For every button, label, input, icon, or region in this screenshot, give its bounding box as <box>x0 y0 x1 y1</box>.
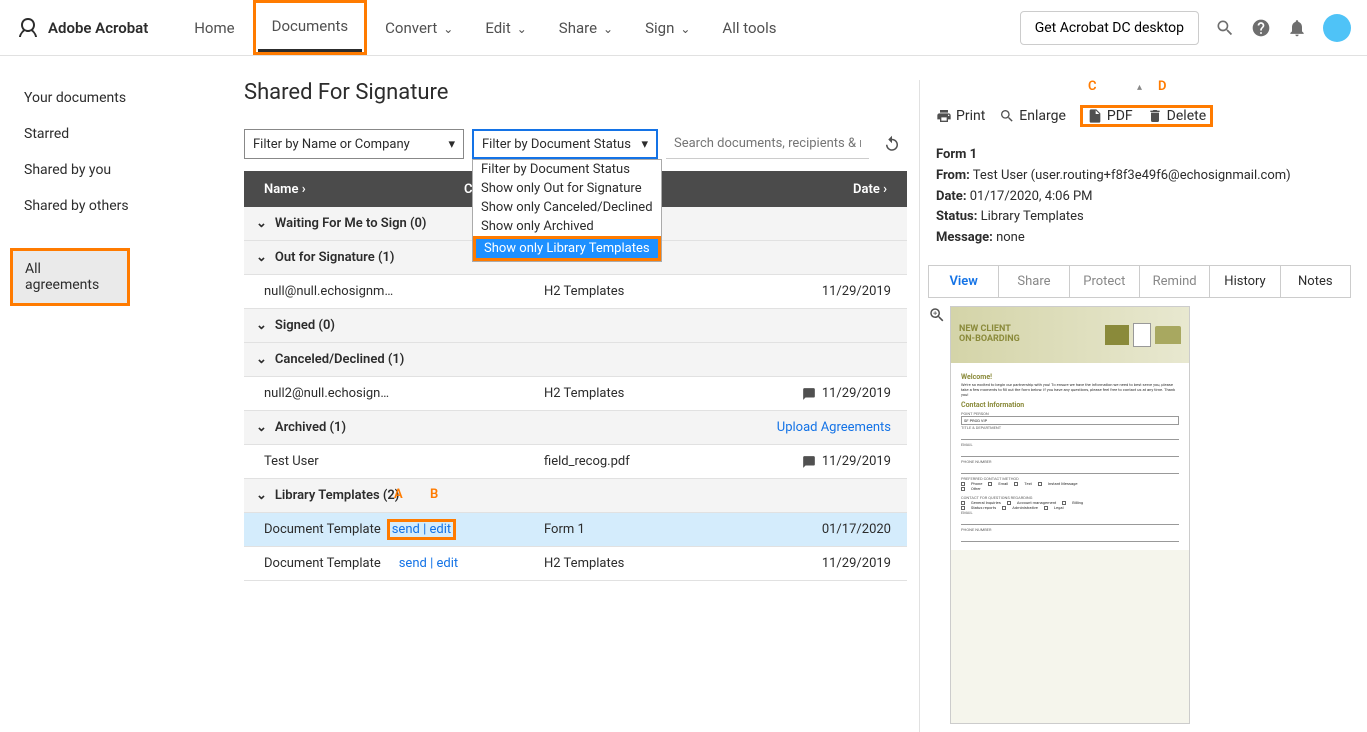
main-wrap: Your documents Starred Shared by you Sha… <box>0 56 1367 732</box>
zoom-in-icon[interactable] <box>928 306 946 328</box>
get-desktop-button[interactable]: Get Acrobat DC desktop <box>1020 11 1199 45</box>
comment-icon <box>802 387 816 401</box>
sidebar-your-documents[interactable]: Your documents <box>0 80 220 116</box>
enlarge-icon <box>999 108 1015 124</box>
agreements-list: Shared For Signature Filter by Name or C… <box>244 80 907 732</box>
nav-alltools[interactable]: All tools <box>708 0 790 55</box>
nav-share[interactable]: Share <box>545 0 627 55</box>
nav-documents[interactable]: Documents <box>258 9 363 52</box>
tab-history[interactable]: History <box>1210 266 1280 297</box>
table-row-selected[interactable]: Document Template send | edit Form 1 01/… <box>244 513 907 547</box>
nav-convert[interactable]: Convert <box>371 0 467 55</box>
dropdown-opt-library[interactable]: Show only Library Templates <box>476 239 658 258</box>
detail-actions: Print Enlarge PDF Delete <box>920 95 1359 137</box>
sidebar-shared-by-others[interactable]: Shared by others <box>0 188 220 224</box>
pdf-button[interactable]: PDF <box>1087 108 1133 124</box>
highlight-send-edit: send | edit <box>387 519 456 540</box>
edit-link[interactable]: edit <box>436 556 458 571</box>
table-row[interactable]: null@null.echosignm… H2 Templates 11/29/… <box>244 275 907 309</box>
chevron-down-icon: ⌄ <box>256 318 267 333</box>
dropdown-opt-default[interactable]: Filter by Document Status <box>473 160 661 179</box>
section-signed[interactable]: ⌄Signed (0) <box>244 309 907 343</box>
help-icon[interactable] <box>1251 18 1271 38</box>
tab-notes[interactable]: Notes <box>1281 266 1350 297</box>
highlight-all-agreements: All agreements <box>10 248 130 306</box>
page-title: Shared For Signature <box>244 80 907 105</box>
section-archived[interactable]: ⌄Archived (1)Upload Agreements <box>244 411 907 445</box>
delete-button[interactable]: Delete <box>1147 108 1206 124</box>
chevron-down-icon: ⌄ <box>256 216 267 231</box>
filter-document-status[interactable]: Filter by Document Status▾ <box>472 129 658 159</box>
nav-right: Get Acrobat DC desktop <box>1020 11 1351 45</box>
nav-home[interactable]: Home <box>180 0 248 55</box>
bell-icon[interactable] <box>1287 18 1307 38</box>
section-library[interactable]: ⌄Library Templates (2) A B <box>244 479 907 513</box>
nav-links: Home Documents Convert Edit Share Sign A… <box>180 0 1019 55</box>
pdf-icon <box>1087 108 1103 124</box>
tab-remind[interactable]: Remind <box>1140 266 1210 297</box>
table-row[interactable]: Document Template send | edit H2 Templat… <box>244 547 907 581</box>
send-link[interactable]: send <box>392 522 420 537</box>
dropdown-opt-cancelled[interactable]: Show only Canceled/Declined <box>473 198 661 217</box>
annot-d: D <box>1158 79 1166 94</box>
table-row[interactable]: Test User field_recog.pdf 11/29/2019 <box>244 445 907 479</box>
print-button[interactable]: Print <box>936 108 985 124</box>
tab-view[interactable]: View <box>929 266 999 297</box>
user-avatar[interactable] <box>1323 14 1351 42</box>
chevron-down-icon <box>678 19 690 37</box>
detail-meta: Form 1 From: Test User (user.routing+f8f… <box>920 137 1359 265</box>
annot-c: C <box>1088 79 1097 94</box>
tab-protect[interactable]: Protect <box>1070 266 1140 297</box>
nav-sign[interactable]: Sign <box>631 0 704 55</box>
chevron-down-icon: ⌄ <box>256 420 267 435</box>
annot-b: B <box>430 487 438 502</box>
enlarge-button[interactable]: Enlarge <box>999 108 1066 124</box>
sidebar-all-agreements[interactable]: All agreements <box>13 251 127 303</box>
chevron-down-icon: ⌄ <box>256 488 267 503</box>
brand-name: Adobe Acrobat <box>48 19 148 37</box>
th-name[interactable]: Name › <box>244 182 464 197</box>
highlight-pdf-delete: PDF Delete <box>1080 105 1213 127</box>
tab-share[interactable]: Share <box>999 266 1069 297</box>
search-icon[interactable] <box>1215 18 1235 38</box>
status-dropdown: Filter by Document Status Show only Out … <box>472 159 662 262</box>
top-nav: Adobe Acrobat Home Documents Convert Edi… <box>0 0 1367 56</box>
nav-edit[interactable]: Edit <box>471 0 540 55</box>
dropdown-opt-out[interactable]: Show only Out for Signature <box>473 179 661 198</box>
sidebar-shared-by-you[interactable]: Shared by you <box>0 152 220 188</box>
highlight-documents: Documents <box>253 0 368 55</box>
chevron-down-icon: ⌄ <box>256 352 267 367</box>
upload-agreements-link[interactable]: Upload Agreements <box>777 420 891 435</box>
search-input[interactable] <box>666 129 869 159</box>
reset-icon[interactable] <box>877 129 907 159</box>
dropdown-opt-archived[interactable]: Show only Archived <box>473 217 661 236</box>
chevron-down-icon <box>441 19 453 37</box>
th-date[interactable]: Date › <box>787 182 907 197</box>
logo-area: Adobe Acrobat <box>16 16 148 40</box>
document-preview[interactable]: NEW CLIENTON-BOARDING Welcome! We're so … <box>950 306 1190 724</box>
comment-icon <box>802 455 816 469</box>
sidebar-starred[interactable]: Starred <box>0 116 220 152</box>
highlight-library-templates-opt: Show only Library Templates <box>473 236 661 261</box>
sidebar: Your documents Starred Shared by you Sha… <box>0 56 220 732</box>
edit-link[interactable]: edit <box>429 522 451 537</box>
chevron-down-icon <box>601 19 613 37</box>
detail-tabs: View Share Protect Remind History Notes <box>928 265 1351 298</box>
chevron-down-icon <box>515 19 527 37</box>
detail-title: Form 1 <box>936 147 977 162</box>
filter-name-company[interactable]: Filter by Name or Company▾ <box>244 129 464 159</box>
print-icon <box>936 108 952 124</box>
filters-row: Filter by Name or Company▾ Filter by Doc… <box>244 129 907 159</box>
detail-panel: ▴ C D Print Enlarge PDF Delete Form 1 Fr… <box>919 80 1359 732</box>
trash-icon <box>1147 108 1163 124</box>
preview-area: NEW CLIENTON-BOARDING Welcome! We're so … <box>920 298 1359 732</box>
content: Shared For Signature Filter by Name or C… <box>220 56 1367 732</box>
table-row[interactable]: null2@null.echosign… H2 Templates 11/29/… <box>244 377 907 411</box>
section-cancelled[interactable]: ⌄Canceled/Declined (1) <box>244 343 907 377</box>
chevron-down-icon: ⌄ <box>256 250 267 265</box>
scroll-up-icon[interactable]: ▴ <box>920 80 1359 95</box>
send-link[interactable]: send <box>399 556 427 571</box>
annot-a: A <box>394 487 403 502</box>
acrobat-logo-icon <box>16 16 40 40</box>
